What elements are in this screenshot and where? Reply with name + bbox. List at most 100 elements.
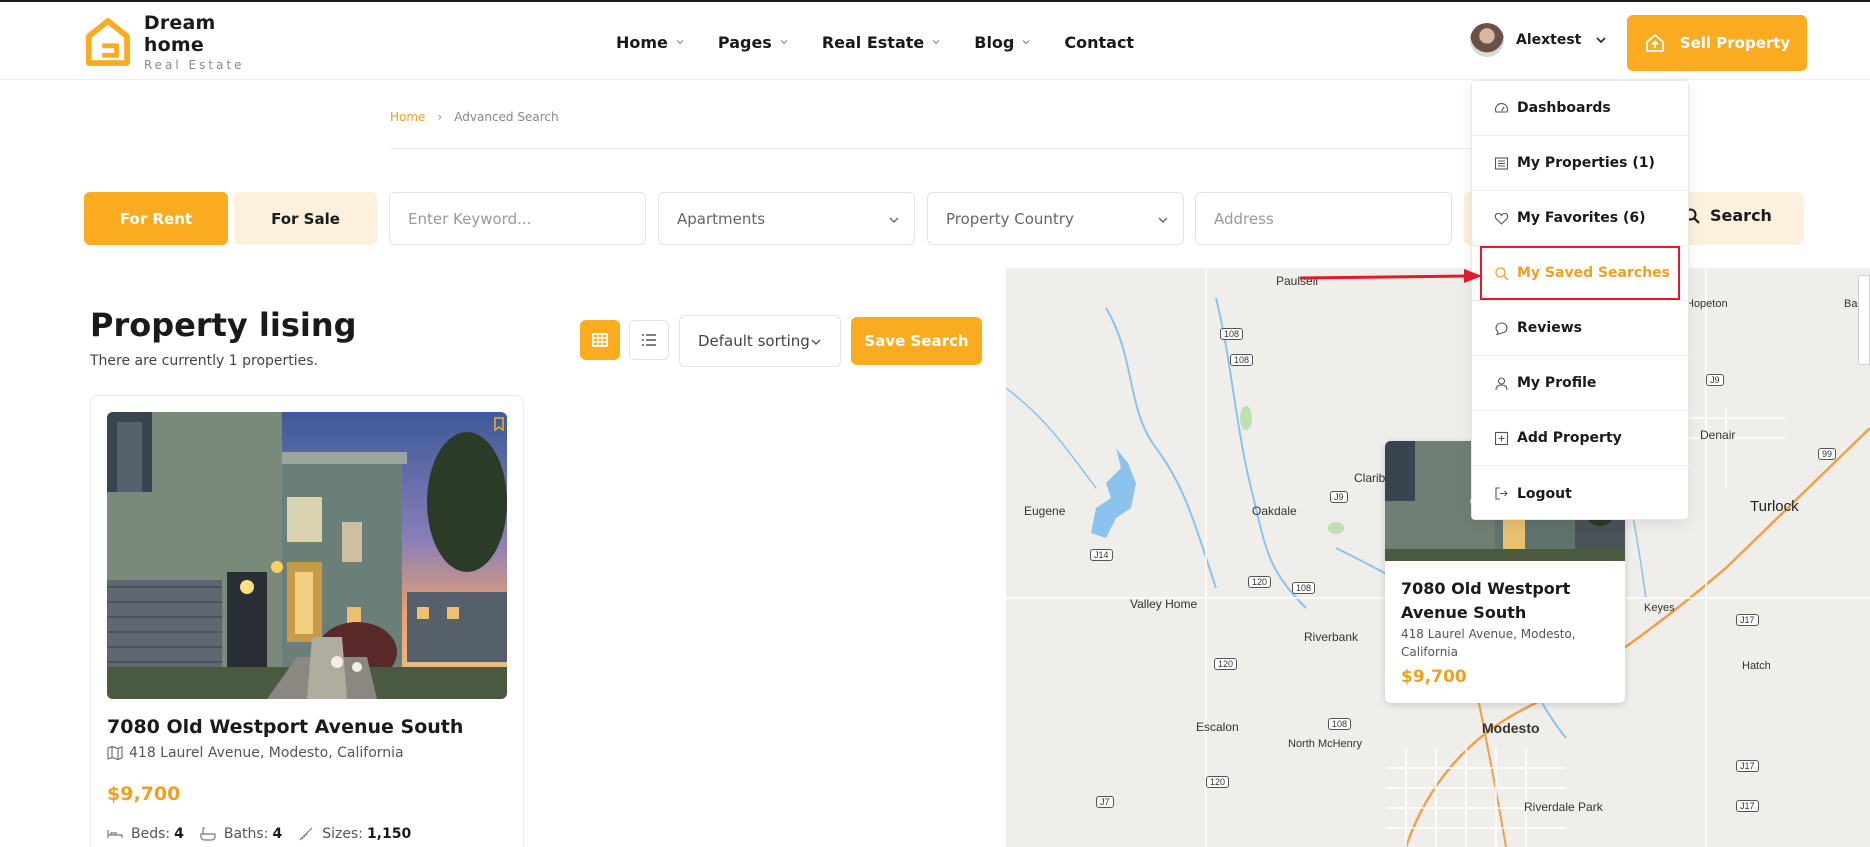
site-header: Dream home Real Estate Home Pages Real E…: [0, 2, 1870, 80]
logo-subtitle: Real Estate: [143, 58, 245, 72]
highway-shield: 108: [1220, 328, 1244, 340]
map-label: Riverbank: [1304, 630, 1359, 644]
keyword-input[interactable]: Enter Keyword...: [389, 192, 646, 245]
result-count: There are currently 1 properties.: [90, 353, 319, 369]
menu-item-dashboards[interactable]: Dashboards: [1472, 81, 1690, 136]
map-zoom-control[interactable]: [1858, 275, 1870, 365]
property-address-text: 418 Laurel Avenue, Modesto, California: [129, 745, 404, 761]
address-input[interactable]: Address: [1195, 192, 1452, 245]
chevron-down-icon: [811, 339, 821, 345]
tab-for-rent[interactable]: For Rent: [84, 192, 228, 245]
property-address: 418 Laurel Avenue, Modesto, California: [107, 745, 404, 761]
map-icon: [107, 745, 123, 761]
user-dropdown-menu: Dashboards My Properties (1) My Favorite…: [1471, 80, 1690, 521]
breadcrumb: Home › Advanced Search: [390, 110, 559, 124]
keyword-placeholder: Enter Keyword...: [408, 209, 532, 228]
menu-item-reviews[interactable]: Reviews: [1472, 301, 1690, 356]
user-menu-toggle[interactable]: Alextest: [1470, 22, 1607, 58]
highway-shield: J7: [1096, 796, 1114, 808]
property-type-select[interactable]: Apartments: [658, 192, 915, 245]
highway-shield: J17: [1736, 800, 1759, 812]
tab-for-sale[interactable]: For Sale: [234, 192, 377, 245]
search-button-label: Search: [1710, 206, 1772, 225]
sizes-value: 1,150: [366, 826, 412, 842]
property-features: Beds: 4 Baths: 4 Sizes: 1,150: [107, 826, 427, 842]
highway-shield: 120: [1214, 658, 1238, 670]
address-placeholder: Address: [1214, 209, 1274, 228]
menu-item-label: My Profile: [1517, 375, 1597, 391]
map-label: Valley Home: [1130, 597, 1198, 611]
sell-property-label: Sell Property: [1679, 34, 1791, 52]
bed-icon: [107, 830, 123, 838]
grid-view-button[interactable]: [580, 320, 620, 360]
nav-home-label: Home: [616, 32, 668, 52]
house-logo-icon: [86, 18, 130, 66]
menu-item-my-favorites[interactable]: My Favorites (6): [1472, 191, 1690, 246]
chevron-down-icon: [889, 217, 899, 223]
menu-item-label: Reviews: [1517, 320, 1582, 336]
bookmark-icon[interactable]: [489, 414, 509, 434]
property-country-value: Property Country: [946, 209, 1074, 228]
map-label: Keyes: [1644, 602, 1675, 614]
annotation-highlight-box: [1480, 246, 1680, 300]
user-name: Alextest: [1516, 32, 1582, 48]
search-button[interactable]: Search: [1684, 206, 1772, 225]
logo-title: Dream home: [143, 12, 216, 56]
property-image[interactable]: [107, 412, 507, 699]
chevron-down-icon: [1158, 217, 1168, 223]
ruler-icon: [299, 827, 313, 841]
beds-label: Beds:: [131, 826, 171, 842]
logout-icon: [1495, 487, 1508, 500]
menu-item-label: Logout: [1517, 485, 1572, 502]
beds-info: Beds: 4: [107, 826, 184, 842]
highway-shield: 108: [1292, 582, 1316, 594]
nav-pages-label: Pages: [717, 32, 772, 52]
popup-title[interactable]: 7080 Old Westport Avenue South: [1401, 577, 1611, 625]
menu-item-logout[interactable]: Logout: [1472, 466, 1690, 521]
menu-item-my-properties[interactable]: My Properties (1): [1472, 136, 1690, 191]
beds-value: 4: [174, 826, 184, 842]
save-search-button[interactable]: Save Search: [851, 317, 982, 365]
nav-real-estate[interactable]: Real Estate: [822, 33, 940, 52]
sizes-label: Sizes:: [322, 826, 363, 842]
sell-property-button[interactable]: Sell Property: [1627, 15, 1807, 71]
nav-contact-label: Contact: [1064, 32, 1135, 52]
sort-value: Default sorting: [698, 332, 810, 350]
map-label: Eugene: [1024, 504, 1066, 518]
nav-blog[interactable]: Blog: [974, 33, 1030, 52]
nav-pages[interactable]: Pages: [718, 33, 788, 52]
menu-item-label: Add Property: [1517, 430, 1622, 446]
map-label: Hatch: [1742, 660, 1771, 672]
highway-shield: J17: [1736, 614, 1759, 626]
property-country-select[interactable]: Property Country: [927, 192, 1184, 245]
breadcrumb-current: Advanced Search: [454, 110, 559, 124]
property-title[interactable]: 7080 Old Westport Avenue South: [107, 716, 463, 738]
map-label: North McHenry: [1288, 738, 1362, 750]
menu-item-my-profile[interactable]: My Profile: [1472, 356, 1690, 411]
map-label: Hopeton: [1686, 298, 1728, 310]
nav-contact[interactable]: Contact: [1064, 33, 1134, 52]
list-icon: [642, 334, 656, 346]
baths-info: Baths: 4: [200, 826, 282, 842]
logo[interactable]: Dream home Real Estate: [86, 12, 276, 72]
map-label: Denair: [1700, 428, 1736, 442]
chevron-down-icon: [676, 40, 684, 45]
sort-select[interactable]: Default sorting: [679, 315, 841, 367]
menu-item-label: My Favorites (6): [1517, 210, 1646, 226]
property-card[interactable]: 7080 Old Westport Avenue South 418 Laure…: [90, 395, 524, 847]
breadcrumb-home[interactable]: Home: [390, 110, 425, 124]
chevron-down-icon: [780, 40, 788, 45]
highway-shield: 120: [1248, 576, 1272, 588]
grid-icon: [592, 333, 608, 347]
avatar: [1470, 23, 1504, 57]
sizes-info: Sizes: 1,150: [298, 826, 411, 842]
breadcrumb-separator: ›: [437, 110, 443, 124]
map-label: Oakdale: [1252, 504, 1297, 518]
nav-home[interactable]: Home: [616, 33, 684, 52]
nav-real-estate-label: Real Estate: [821, 32, 925, 52]
list-view-button[interactable]: [629, 320, 669, 360]
popup-address: 418 Laurel Avenue, Modesto, California: [1401, 627, 1576, 659]
menu-item-add-property[interactable]: Add Property: [1472, 411, 1690, 466]
highway-shield: J17: [1736, 760, 1759, 772]
map-label: Escalon: [1196, 720, 1239, 734]
